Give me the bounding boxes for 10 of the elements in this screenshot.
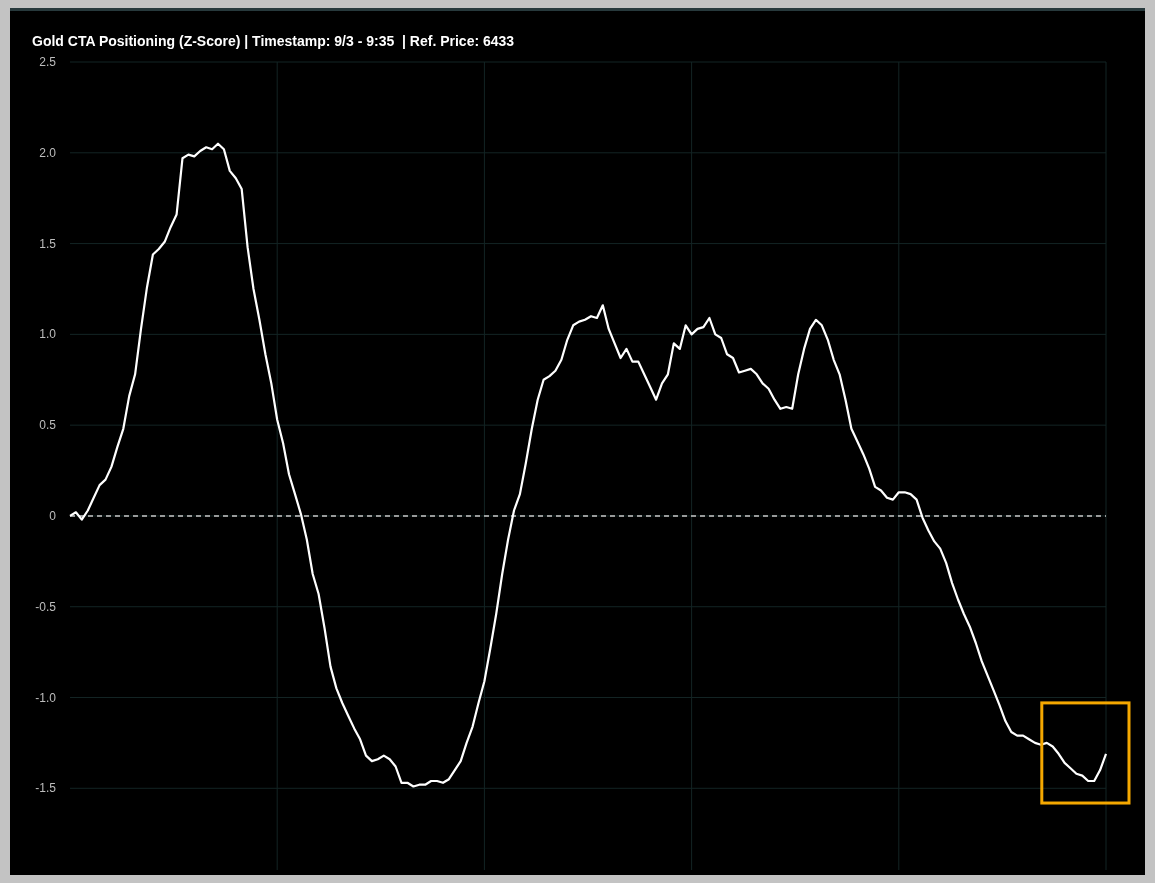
y-tick-label: 0.5 [39,418,56,433]
y-tick-label: 2.0 [39,145,56,160]
y-tick-label: -0.5 [35,599,56,614]
y-tick-label: 0 [49,508,56,523]
y-tick-label: -1.5 [35,781,56,796]
y-tick-label: 1.5 [39,236,56,251]
chart-title: Gold CTA Positioning (Z-Score) | Timestamp: 9/3 - 9:35 | Ref. Price: 6433 [31,32,516,51]
y-tick-label: 2.5 [39,55,56,69]
y-tick-label: -1.0 [35,690,56,705]
y-tick-label: 1.0 [39,327,56,342]
